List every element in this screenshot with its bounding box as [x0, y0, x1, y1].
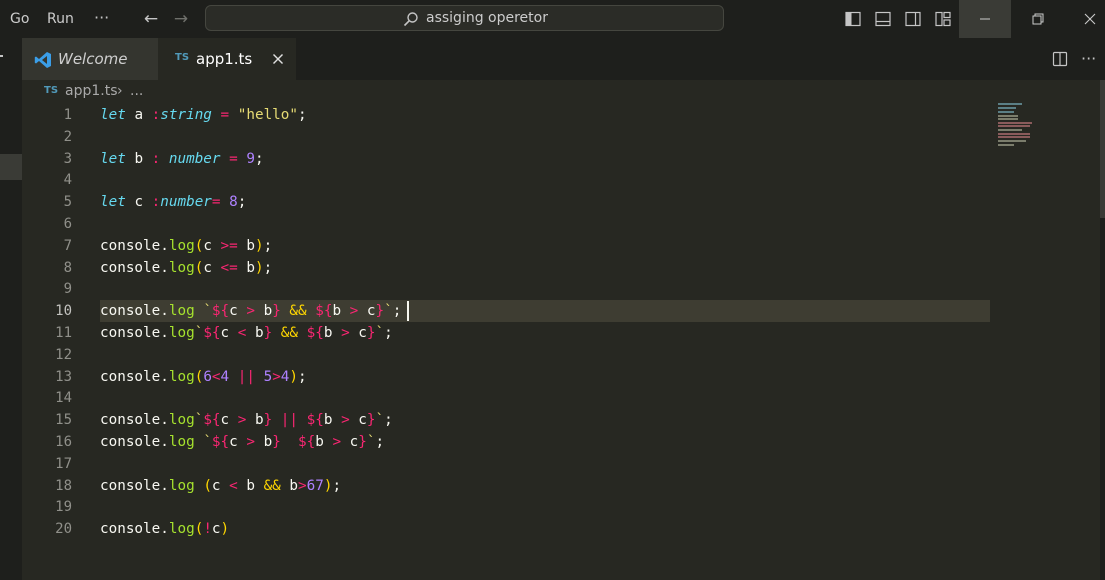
- line-number: 5: [63, 194, 72, 211]
- toggle-secondary-sidebar-icon[interactable]: [905, 11, 921, 27]
- line-number: 9: [63, 281, 72, 298]
- vertical-scrollbar[interactable]: [1100, 80, 1105, 218]
- breadcrumb-file[interactable]: app1.ts: [65, 80, 118, 102]
- code-line[interactable]: 1 let a :string = "hello";: [22, 104, 1097, 126]
- minimap[interactable]: [998, 102, 1038, 147]
- code-line[interactable]: 10 console.log `${c > b} && ${b > c}`;: [22, 300, 1097, 322]
- line-number: 16: [55, 434, 72, 450]
- search-icon: [403, 12, 418, 27]
- line-number: 7: [63, 237, 72, 254]
- code-text: console.log`${c < b} && ${b > c}`;: [100, 325, 393, 341]
- code-text: console.log (c < b && b>67);: [100, 477, 342, 494]
- code-text: console.log(6<4 || 5>4);: [100, 368, 307, 385]
- line-number: 4: [63, 172, 72, 189]
- code-line[interactable]: 20 console.log(!c): [22, 518, 1097, 540]
- close-tab-icon[interactable]: [270, 51, 286, 67]
- line-number: 1: [63, 107, 72, 123]
- text-cursor: [407, 301, 409, 321]
- code-line[interactable]: 13 console.log(6<4 || 5>4);: [22, 366, 1097, 388]
- minimize-button[interactable]: [959, 0, 1011, 38]
- toggle-panel-icon[interactable]: [875, 11, 891, 27]
- breadcrumb: TS app1.ts › ...: [22, 80, 1105, 102]
- line-number: 2: [63, 128, 72, 145]
- code-text: let b : number = 9;: [100, 150, 264, 167]
- back-arrow-icon[interactable]: ←: [140, 8, 162, 30]
- line-number: 14: [55, 390, 72, 407]
- line-number: 8: [63, 259, 72, 276]
- code-line[interactable]: 5 let c :number= 8;: [22, 191, 1097, 213]
- code-line[interactable]: 15 console.log`${c > b} || ${b > c}`;: [22, 409, 1097, 431]
- breadcrumb-typescript-icon: TS: [44, 85, 59, 96]
- activity-strip: [0, 80, 22, 580]
- code-line[interactable]: 7 console.log(c >= b);: [22, 235, 1097, 257]
- line-number: 10: [55, 303, 72, 320]
- close-window-button[interactable]: [1064, 0, 1105, 38]
- command-center-search[interactable]: assiging operetor: [205, 5, 724, 31]
- line-number: 12: [55, 346, 72, 363]
- restore-icon: [1032, 13, 1044, 25]
- code-text: console.log(c >= b);: [100, 237, 273, 254]
- breadcrumb-symbols[interactable]: ...: [130, 80, 143, 102]
- menu-run[interactable]: Run: [47, 0, 74, 38]
- line-number: 18: [55, 477, 72, 494]
- code-text: let c :number= 8;: [100, 194, 247, 211]
- code-text: console.log(c <= b);: [100, 259, 273, 276]
- code-line[interactable]: 16 console.log `${c > b} ${b > c}`;: [22, 431, 1097, 453]
- menu-go[interactable]: Go: [10, 0, 29, 38]
- code-line[interactable]: 8 console.log(c <= b);: [22, 257, 1097, 279]
- line-number: 17: [55, 455, 72, 472]
- code-line[interactable]: 17: [22, 453, 1097, 475]
- search-text: assiging operetor: [426, 10, 548, 26]
- more-actions-icon[interactable]: ···: [1081, 49, 1096, 68]
- code-text: console.log `${c > b} ${b > c}`;: [100, 434, 385, 450]
- close-icon: [1084, 13, 1096, 25]
- line-number: 20: [55, 521, 72, 538]
- breadcrumb-chevron-icon: ›: [117, 83, 123, 99]
- code-text: let a :string = "hello";: [100, 107, 307, 123]
- tab-welcome-label: Welcome: [58, 50, 128, 68]
- code-text: console.log(!c): [100, 521, 230, 538]
- code-line[interactable]: 3 let b : number = 9;: [22, 148, 1097, 170]
- tab-app1-ts[interactable]: TS app1.ts: [158, 38, 296, 80]
- typescript-icon: TS: [175, 52, 190, 63]
- activity-strip-marker: [0, 154, 22, 180]
- code-line[interactable]: 19: [22, 496, 1097, 518]
- line-number: 6: [63, 216, 72, 232]
- code-text: console.log `${c > b} && ${b > c}`;: [100, 303, 402, 320]
- tab-welcome[interactable]: Welcome: [22, 38, 158, 80]
- code-line[interactable]: 18 console.log (c < b && b>67);: [22, 475, 1097, 497]
- code-line[interactable]: 11 console.log`${c < b} && ${b > c}`;: [22, 322, 1097, 344]
- restore-button[interactable]: [1012, 0, 1064, 38]
- code-line[interactable]: 9: [22, 278, 1097, 300]
- line-number: 11: [55, 325, 72, 341]
- line-number: 3: [63, 150, 72, 167]
- code-line[interactable]: 6: [22, 213, 1097, 235]
- code-line[interactable]: 14: [22, 387, 1097, 409]
- code-line[interactable]: 12: [22, 344, 1097, 366]
- code-text: console.log`${c > b} || ${b > c}`;: [100, 412, 393, 429]
- code-line[interactable]: 4: [22, 169, 1097, 191]
- line-number: 15: [55, 412, 72, 429]
- customize-layout-icon[interactable]: [935, 11, 951, 27]
- tab-app1-ts-label: app1.ts: [196, 50, 253, 68]
- line-number: 19: [55, 499, 72, 516]
- line-number: 13: [55, 368, 72, 385]
- more-menu-icon[interactable]: ···: [94, 8, 109, 27]
- vscode-logo-icon: [34, 52, 51, 68]
- edge-marker: [0, 55, 3, 57]
- toggle-primary-sidebar-icon[interactable]: [845, 11, 861, 27]
- code-line[interactable]: 2: [22, 126, 1097, 148]
- forward-arrow-icon[interactable]: →: [170, 8, 192, 30]
- split-editor-icon[interactable]: [1052, 51, 1068, 67]
- minimize-icon: [980, 18, 990, 20]
